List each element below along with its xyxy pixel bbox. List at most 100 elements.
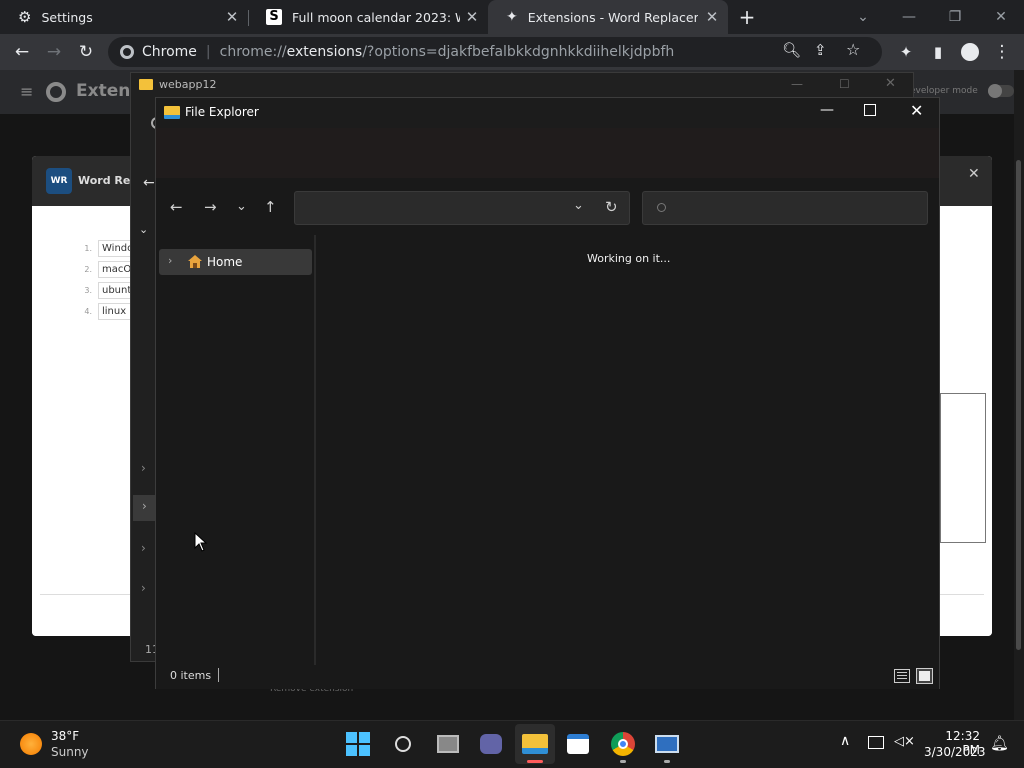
- loading-message: Working on it...: [587, 252, 671, 265]
- notifications-icon[interactable]: 🔔︎: [990, 734, 1009, 752]
- address-bar[interactable]: Chrome | chrome://extensions/?options=dj…: [108, 37, 882, 67]
- menu-kebab-icon[interactable]: ⋮: [990, 40, 1014, 64]
- search-icon: [657, 203, 666, 212]
- reload-button[interactable]: ↻: [74, 40, 98, 64]
- chrome-icon: [120, 45, 134, 59]
- running-indicator: [620, 760, 626, 763]
- explorer-back-icon[interactable]: ←: [170, 198, 183, 216]
- url-host: extensions: [286, 44, 363, 60]
- item-count: 0 items: [170, 669, 212, 682]
- taskbar-store[interactable]: [558, 724, 598, 764]
- folder-icon: [139, 79, 153, 90]
- item-number: 4.: [84, 306, 92, 316]
- share-icon[interactable]: ⇪: [814, 41, 827, 59]
- teams-chat-button[interactable]: [471, 724, 511, 764]
- taskbar-remote-app[interactable]: [647, 724, 687, 764]
- side-panel-icon[interactable]: ▮: [926, 40, 950, 64]
- search-icon: [395, 736, 411, 752]
- store-icon: [567, 734, 589, 754]
- folder-icon: [522, 734, 548, 754]
- close-dialog-icon[interactable]: ✕: [968, 166, 980, 182]
- restore-button[interactable]: ❐: [944, 6, 966, 28]
- close-window-button[interactable]: ✕: [990, 6, 1012, 28]
- webapp-titlebar: webapp12: [139, 78, 216, 91]
- navigation-pane: [156, 235, 314, 665]
- weather-temp[interactable]: 38°F: [51, 729, 79, 743]
- back-button[interactable]: ←: [10, 40, 34, 64]
- up-arrow-icon[interactable]: ↑: [264, 198, 277, 216]
- chevron-right-icon[interactable]: ›: [133, 495, 157, 521]
- chat-icon: [480, 734, 502, 754]
- page-scroll-thumb[interactable]: [1016, 160, 1021, 650]
- explorer-forward-icon[interactable]: →: [204, 198, 217, 216]
- developer-mode-label: eveloper mode: [910, 86, 978, 96]
- chevron-right-icon[interactable]: ›: [141, 541, 146, 555]
- explorer-minimize-button[interactable]: —: [820, 102, 834, 118]
- home-icon: [187, 254, 203, 269]
- clock-date[interactable]: 3/30/2023: [924, 745, 986, 759]
- chevron-right-icon[interactable]: ›: [141, 461, 146, 475]
- item-number: 3.: [84, 285, 92, 295]
- explorer-search-box[interactable]: [642, 191, 928, 225]
- show-hidden-icons-chevron-icon[interactable]: ∧: [840, 733, 850, 749]
- taskbar-chrome[interactable]: [603, 724, 643, 764]
- forward-button[interactable]: →: [42, 40, 66, 64]
- close-icon[interactable]: ✕: [224, 9, 240, 25]
- webapp-minimize-button[interactable]: —: [791, 77, 803, 91]
- puzzle-icon: ✦: [506, 9, 518, 25]
- url-rest: /?options=djakfbefalbkkdgnhkkdiihelkjdpb…: [362, 44, 675, 60]
- zoom-icon[interactable]: 🔍︎: [782, 41, 801, 59]
- extensions-logo-icon: [46, 82, 66, 102]
- close-icon[interactable]: ✕: [464, 9, 480, 25]
- item-number: 1.: [84, 243, 92, 253]
- task-view-button[interactable]: [428, 724, 468, 764]
- tab-title: Extensions - Word Replacer II: [527, 9, 698, 25]
- explorer-close-button[interactable]: ✕: [910, 101, 923, 120]
- explorer-maximize-button[interactable]: [864, 104, 876, 116]
- bookmark-star-icon[interactable]: ☆: [846, 40, 860, 59]
- address-dropdown-icon[interactable]: ⌄: [573, 198, 584, 213]
- item-number: 2.: [84, 264, 92, 274]
- recent-locations-chevron-icon[interactable]: ⌄: [236, 199, 247, 214]
- webapp-maximize-button[interactable]: ☐: [839, 77, 850, 91]
- profile-icon[interactable]: [958, 40, 982, 64]
- volume-muted-icon[interactable]: ◁×: [894, 734, 915, 749]
- taskbar-search-button[interactable]: [383, 724, 423, 764]
- tab-extensions[interactable]: ✦ Extensions - Word Replacer II ✕: [488, 0, 728, 34]
- chevron-down-icon[interactable]: ⌄: [139, 223, 148, 236]
- developer-mode-toggle[interactable]: [988, 84, 1014, 98]
- tab-strip: ⚙ Settings ✕ S Full moon calendar 2023: …: [0, 0, 1024, 34]
- url-scheme: chrome://: [219, 44, 287, 60]
- close-icon[interactable]: ✕: [704, 9, 720, 25]
- back-arrow-icon[interactable]: ←: [143, 175, 155, 191]
- status-divider: [218, 668, 219, 682]
- nav-item-home[interactable]: › Home: [159, 249, 312, 275]
- text-area[interactable]: [940, 393, 986, 543]
- explorer-address-bar[interactable]: ⌄ ↻: [294, 191, 630, 225]
- omnibox-chrome-label: Chrome: [142, 44, 197, 60]
- tab-full-moon[interactable]: S Full moon calendar 2023: When t ✕: [248, 0, 488, 34]
- expand-chevron-icon[interactable]: ›: [168, 254, 172, 267]
- word-replacer-logo: WR: [46, 168, 72, 194]
- extensions-puzzle-icon[interactable]: ✦: [894, 40, 918, 64]
- taskbar-file-explorer[interactable]: [515, 724, 555, 764]
- chevron-right-icon[interactable]: ›: [141, 581, 146, 595]
- content-pane: [316, 235, 939, 665]
- file-explorer-icon: [164, 105, 180, 119]
- webapp-close-button[interactable]: ✕: [885, 76, 896, 91]
- tab-search-icon[interactable]: ⌄: [852, 6, 874, 28]
- tab-settings[interactable]: ⚙ Settings ✕: [0, 0, 248, 34]
- windows-logo-icon: [346, 732, 370, 756]
- explorer-title-group: File Explorer: [164, 105, 259, 119]
- new-tab-button[interactable]: +: [736, 6, 758, 28]
- weather-desc[interactable]: Sunny: [51, 745, 89, 759]
- hamburger-icon[interactable]: ≡: [20, 82, 33, 101]
- chrome-icon: [611, 732, 635, 756]
- details-view-icon[interactable]: [894, 669, 910, 683]
- weather-sun-icon[interactable]: [20, 733, 42, 755]
- start-button[interactable]: [338, 724, 378, 764]
- network-icon[interactable]: [868, 736, 884, 749]
- minimize-button[interactable]: —: [898, 6, 920, 28]
- large-icons-view-icon[interactable]: [916, 668, 933, 684]
- refresh-icon[interactable]: ↻: [605, 198, 618, 216]
